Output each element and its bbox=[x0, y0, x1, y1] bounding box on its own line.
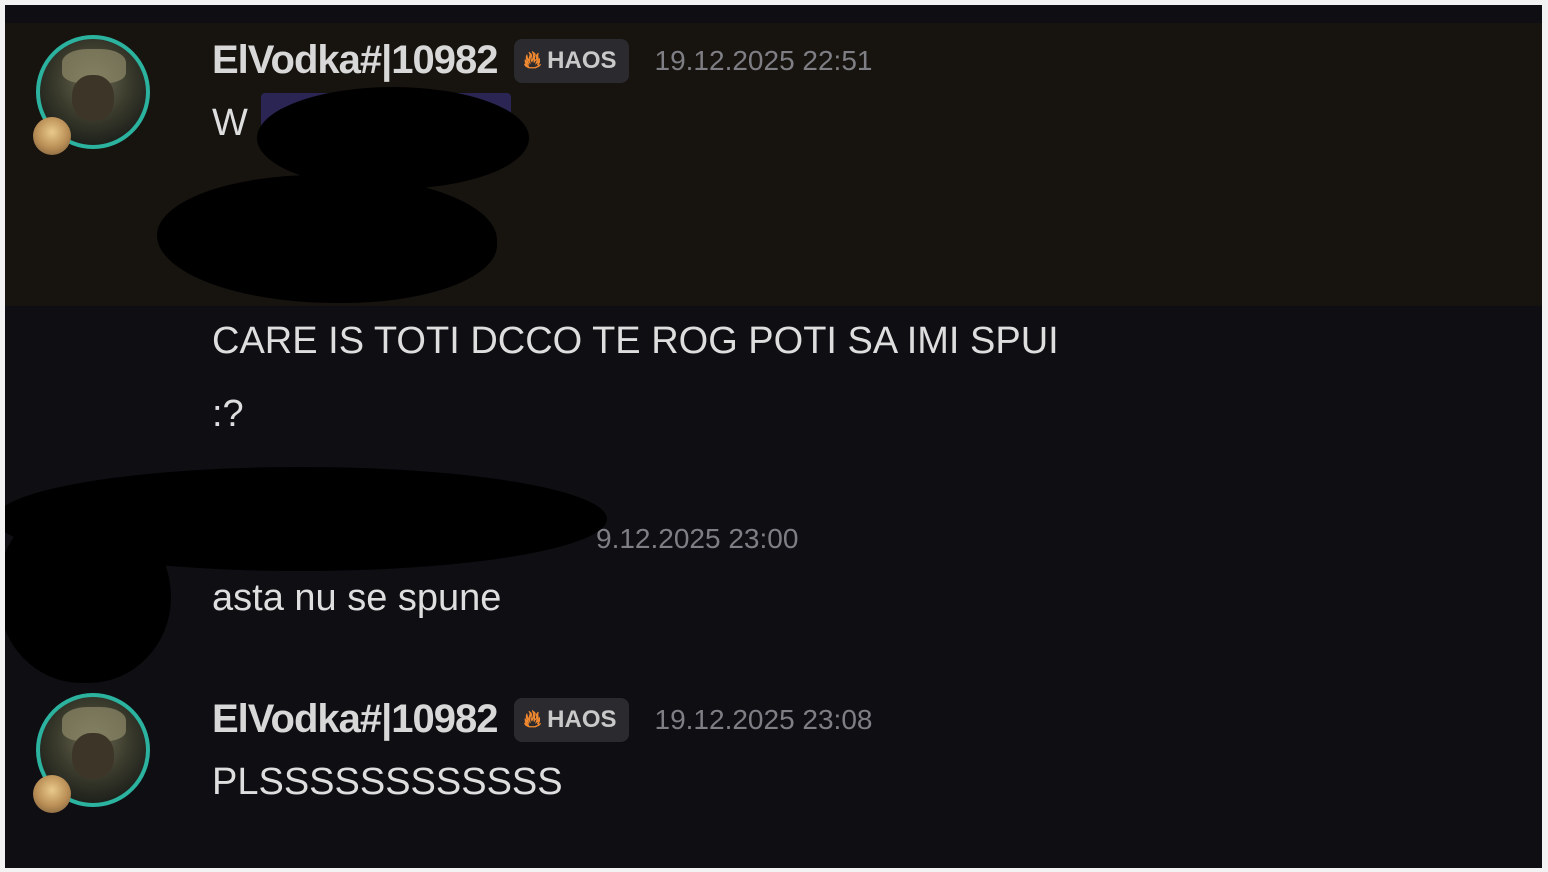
message-header: ElVodka#|10982 🔥︎ HAOS 19.12.2025 23:08 bbox=[212, 697, 872, 742]
message-text: :? bbox=[212, 393, 244, 435]
message-text: asta nu se spune bbox=[212, 577, 502, 619]
avatar-face bbox=[72, 733, 114, 779]
message-header: ElVodka#|10982 🔥︎ HAOS 19.12.2025 22:51 bbox=[212, 38, 872, 83]
username[interactable]: ElVodka#|10982 bbox=[212, 697, 499, 742]
timestamp: 19.12.2025 22:51 bbox=[654, 44, 873, 76]
server-tag-label: HAOS bbox=[547, 46, 617, 74]
flame-icon: 🔥︎ bbox=[523, 705, 542, 733]
avatar-face bbox=[72, 75, 114, 121]
cat-face-icon bbox=[33, 117, 71, 155]
message-text: W bbox=[212, 102, 248, 144]
flame-icon: 🔥︎ bbox=[523, 46, 542, 74]
cat-face-icon bbox=[33, 775, 71, 813]
timestamp: 19.12.2025 23:08 bbox=[654, 703, 873, 735]
server-tag[interactable]: 🔥︎ HAOS bbox=[513, 697, 629, 742]
chat-view: ElVodka#|10982 🔥︎ HAOS 19.12.2025 22:51 … bbox=[5, 5, 1542, 868]
server-tag[interactable]: 🔥︎ HAOS bbox=[513, 38, 629, 83]
message-text: PLSSSSSSSSSSSS bbox=[212, 761, 563, 803]
timestamp: 9.12.2025 23:00 bbox=[596, 523, 799, 554]
username[interactable]: ElVodka#|10982 bbox=[212, 38, 499, 83]
redaction-mark bbox=[257, 87, 529, 189]
message-text: CARE IS TOTI DCCO TE ROG POTI SA IMI SPU… bbox=[212, 320, 1059, 362]
server-tag-label: HAOS bbox=[547, 705, 617, 733]
